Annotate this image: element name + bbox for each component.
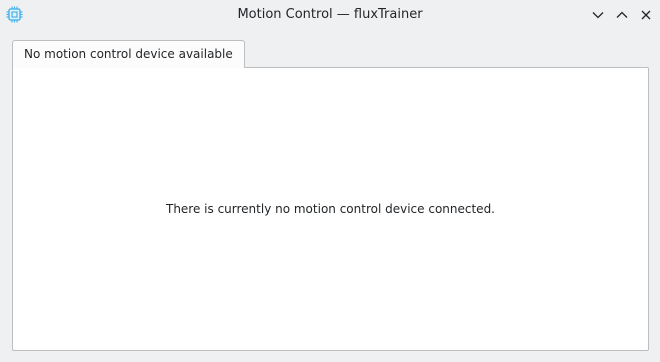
- close-button[interactable]: [638, 7, 654, 23]
- minimize-button[interactable]: [590, 7, 606, 23]
- close-icon: [638, 7, 654, 23]
- maximize-button[interactable]: [614, 7, 630, 23]
- tab-panel: There is currently no motion control dev…: [12, 67, 649, 351]
- chevron-down-icon: [590, 7, 606, 23]
- tab-no-device[interactable]: No motion control device available: [12, 40, 245, 68]
- chevron-up-icon: [614, 7, 630, 23]
- titlebar[interactable]: Motion Control — fluxTrainer: [0, 0, 660, 29]
- no-device-message: There is currently no motion control dev…: [165, 202, 495, 216]
- window: Motion Control — fluxTrainer No motion c…: [0, 0, 660, 362]
- window-title: Motion Control — fluxTrainer: [237, 7, 423, 22]
